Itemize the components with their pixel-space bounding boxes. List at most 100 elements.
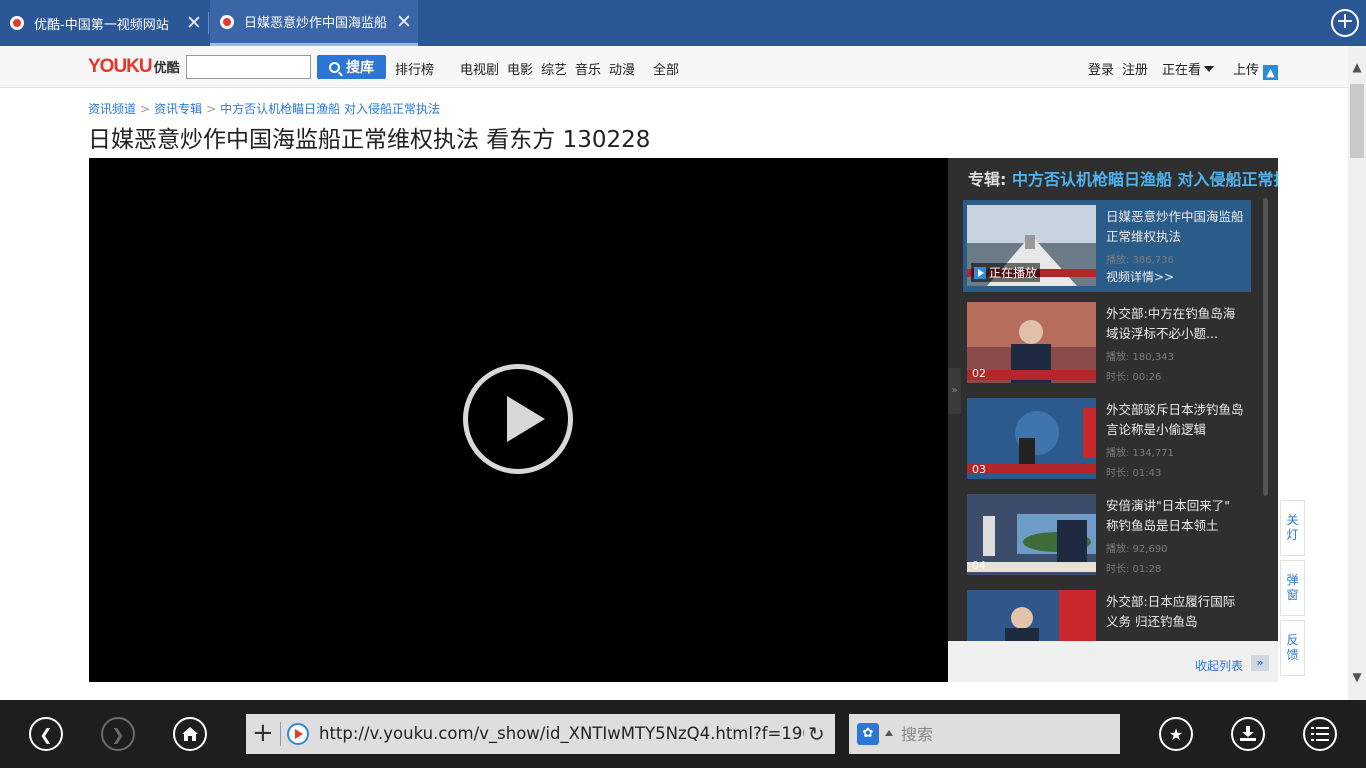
playlist-footer: 收起列表 » (948, 641, 1278, 682)
login-link[interactable]: 登录 (1088, 59, 1114, 78)
site-header: YOUKU 优酷 搜库 排行榜 电视剧 电影 综艺 音乐 动漫 全部 登录 注册 … (0, 46, 1348, 88)
star-icon: ★ (1168, 724, 1184, 744)
address-bar[interactable]: + http://v.youku.com/v_show/id_XNTIwMTY5… (246, 714, 835, 754)
playlist-item[interactable]: 04 安倍演讲"日本回来了" 称钓鱼岛是日本领土 播放: 92,690 时长: … (963, 489, 1251, 581)
play-icon[interactable] (463, 364, 573, 474)
menu-button[interactable] (1303, 717, 1337, 751)
back-button[interactable]: ❮ (29, 717, 63, 751)
playlist-item[interactable]: 05 外交部:日本应履行国际义务 归还钓鱼岛 (963, 585, 1251, 641)
scroll-up-icon[interactable]: ▲ (1348, 58, 1366, 76)
video-thumbnail: 02 (967, 302, 1096, 383)
site-search-button[interactable]: 搜库 (317, 55, 386, 79)
menu-list-icon (1311, 727, 1329, 741)
browser-search-box[interactable]: ✿ (849, 714, 1120, 754)
address-url[interactable]: http://v.youku.com/v_show/id_XNTIwMTY5Nz… (319, 724, 804, 743)
close-tab-icon[interactable]: ✕ (186, 12, 202, 34)
lights-off-button[interactable]: 关灯 (1280, 500, 1305, 556)
item-title[interactable]: 安倍演讲"日本回来了" 称钓鱼岛是日本领土 (1106, 496, 1246, 536)
scroll-down-icon[interactable]: ▼ (1348, 668, 1366, 686)
playlist-panel: 专辑: 中方否认机枪瞄日渔船 对入侵船正常执法 » 正在播放 日媒恶意炒作中国海… (948, 158, 1278, 641)
download-icon (1240, 726, 1256, 741)
playlist-item[interactable]: 正在播放 日媒恶意炒作中国海监船正常维权执法 播放: 386,736 视频详情>… (963, 200, 1251, 292)
collapse-panel-handle[interactable]: » (948, 368, 961, 414)
popup-button[interactable]: 弹窗 (1280, 560, 1305, 616)
close-tab-icon[interactable]: ✕ (396, 11, 412, 33)
playlist-album-name[interactable]: 中方否认机枪瞄日渔船 对入侵船正常执法 (1012, 170, 1278, 189)
upload-label: 上传 (1233, 63, 1260, 78)
scroll-thumb[interactable] (1350, 84, 1364, 158)
breadcrumb: 资讯频道 > 资讯专辑 > 中方否认机枪瞄日渔船 对入侵船正常执法 (88, 100, 440, 117)
item-number: 02 (972, 367, 986, 380)
breadcrumb-current-album[interactable]: 中方否认机枪瞄日渔船 对入侵船正常执法 (220, 102, 440, 116)
video-thumbnail: 04 (967, 494, 1096, 575)
chevron-right-icon: > (140, 102, 151, 116)
item-number: 03 (972, 463, 986, 476)
video-player[interactable] (89, 158, 948, 682)
item-plays: 播放: 92,690 (1106, 544, 1168, 555)
browser-search-input[interactable] (901, 722, 1111, 746)
site-search-input[interactable] (186, 55, 311, 79)
favorites-button[interactable]: ★ (1159, 717, 1193, 751)
register-link[interactable]: 注册 (1122, 59, 1148, 78)
tab-title: 日媒恶意炒作中国海监船 (244, 16, 388, 31)
nav-ranking[interactable]: 排行榜 (395, 59, 434, 78)
home-button[interactable] (173, 717, 207, 751)
tab-title: 优酷-中国第一视频网站 (34, 17, 169, 33)
address-divider (280, 722, 281, 746)
nav-anime[interactable]: 动漫 (609, 59, 635, 78)
item-title[interactable]: 外交部:中方在钓鱼岛海域设浮标不必小题... (1106, 304, 1246, 344)
playlist-scrollbar[interactable] (1263, 198, 1268, 496)
video-title: 日媒恶意炒作中国海监船正常维权执法 看东方 130228 (88, 127, 651, 153)
tab-divider (208, 12, 209, 34)
item-duration: 时长: 00:26 (1106, 372, 1162, 383)
video-detail-link[interactable]: 视频详情>> (1106, 268, 1174, 285)
playlist-item[interactable]: 02 外交部:中方在钓鱼岛海域设浮标不必小题... 播放: 180,343 时长… (963, 297, 1251, 389)
play-icon (974, 267, 986, 279)
tab-youku-home[interactable]: 优酷-中国第一视频网站 ✕ (10, 0, 206, 46)
upload-arrow-icon: ▲ (1263, 65, 1279, 80)
upload-link[interactable]: 上传 ▲ (1233, 59, 1279, 80)
site-favicon-icon (287, 723, 309, 745)
news-anchor-thumbnail (967, 302, 1096, 383)
breadcrumb-news-channel[interactable]: 资讯频道 (88, 102, 136, 116)
playlist-header: 专辑: 中方否认机枪瞄日渔船 对入侵船正常执法 (968, 166, 1278, 190)
engine-dropdown-icon[interactable] (885, 730, 893, 736)
feedback-button[interactable]: 反馈 (1280, 620, 1305, 676)
add-favorite-icon[interactable]: + (252, 718, 274, 748)
chevron-right-icon: > (206, 102, 217, 116)
watching-menu[interactable]: 正在看 (1162, 59, 1215, 78)
page-scrollbar[interactable]: ▲ ▼ (1348, 46, 1366, 700)
spokesperson-thumbnail (967, 590, 1096, 641)
nav-variety[interactable]: 综艺 (541, 59, 567, 78)
browser-tab-strip: 优酷-中国第一视频网站 ✕ 日媒恶意炒作中国海监船 ✕ + (0, 0, 1366, 46)
video-thumbnail: 正在播放 (967, 205, 1096, 286)
logo-text: YOUKU (88, 56, 153, 77)
item-title[interactable]: 外交部:日本应履行国际义务 归还钓鱼岛 (1106, 592, 1246, 632)
watching-label: 正在看 (1162, 63, 1202, 78)
youku-logo[interactable]: YOUKU 优酷 (88, 56, 180, 78)
collapse-list-link[interactable]: 收起列表 (1195, 657, 1243, 674)
item-title[interactable]: 外交部驳斥日本涉钓鱼岛言论称是小偷逻辑 (1106, 400, 1246, 440)
item-plays: 播放: 386,736 (1106, 255, 1174, 266)
double-chevron-icon[interactable]: » (1251, 655, 1269, 671)
nav-movie[interactable]: 电影 (507, 59, 533, 78)
press-conference-thumbnail (967, 398, 1096, 479)
now-playing-badge: 正在播放 (971, 263, 1041, 282)
logo-cn: 优酷 (153, 60, 180, 75)
item-title[interactable]: 日媒恶意炒作中国海监船正常维权执法 (1106, 207, 1246, 247)
reload-icon[interactable]: ↻ (808, 722, 825, 746)
nav-music[interactable]: 音乐 (575, 59, 601, 78)
search-engine-paw-icon[interactable]: ✿ (857, 723, 879, 745)
forward-button[interactable]: ❯ (101, 717, 135, 751)
chevron-down-icon (1204, 66, 1215, 72)
tab-video-active[interactable]: 日媒恶意炒作中国海监船 ✕ (210, 0, 418, 46)
new-tab-button[interactable]: + (1331, 9, 1359, 37)
nav-all[interactable]: 全部 (653, 59, 679, 78)
now-playing-label: 正在播放 (989, 266, 1038, 280)
playlist-item[interactable]: 03 外交部驳斥日本涉钓鱼岛言论称是小偷逻辑 播放: 134,771 时长: 0… (963, 393, 1251, 485)
breadcrumb-news-album[interactable]: 资讯专辑 (154, 102, 202, 116)
search-icon (329, 61, 340, 73)
item-plays: 播放: 180,343 (1106, 352, 1174, 363)
nav-tv[interactable]: 电视剧 (460, 59, 499, 78)
downloads-button[interactable] (1231, 717, 1265, 751)
